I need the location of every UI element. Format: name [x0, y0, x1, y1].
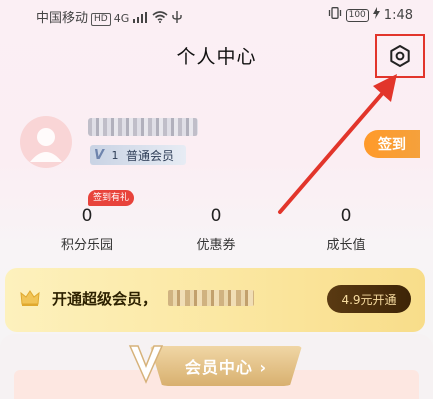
clock: 1:48: [383, 7, 413, 23]
crown-icon: [20, 289, 40, 307]
battery-indicator: 100: [345, 8, 369, 22]
growth-label: 成长值: [326, 238, 366, 253]
stat-growth[interactable]: 0 成长值: [291, 206, 401, 253]
member-v-emblem-icon: [126, 342, 166, 388]
username-redacted: [88, 118, 198, 136]
coupons-label: 优惠券: [196, 238, 236, 253]
usb-icon: [171, 11, 182, 26]
settings-highlight-box: [375, 34, 425, 78]
growth-value: 0: [340, 206, 352, 226]
status-right: 100 1:48: [328, 7, 413, 23]
member-center-tab[interactable]: 会员中心 ›: [150, 346, 302, 386]
signin-button[interactable]: 签到: [364, 130, 420, 158]
signin-gift-badge: 签到有礼: [88, 190, 135, 206]
member-tier: 普通会员: [126, 148, 175, 163]
points-value: 0: [81, 206, 93, 226]
member-level: 1: [111, 148, 119, 162]
avatar[interactable]: [20, 116, 72, 168]
member-v-icon: V: [93, 147, 105, 163]
carrier-group: 中国移动 HD 4G: [36, 7, 182, 26]
vip-promo-text: 开通超级会员，: [52, 290, 158, 308]
stat-points[interactable]: 0 积分乐园: [32, 206, 142, 253]
page-title: 个人中心: [176, 46, 257, 68]
charging-icon: [372, 7, 380, 23]
points-label: 积分乐园: [60, 238, 113, 253]
vibrate-icon: [328, 7, 342, 23]
network-type: 4G: [113, 12, 130, 25]
coupons-value: 0: [210, 206, 222, 226]
hd-badge: HD: [91, 13, 111, 26]
member-badge[interactable]: V 1 普通会员: [90, 145, 186, 165]
signal-icon: [133, 11, 151, 26]
vip-open-button[interactable]: 4.9元开通: [327, 285, 411, 313]
status-bar: 中国移动 HD 4G 100 1:48: [0, 0, 433, 30]
vip-text-redacted: [168, 290, 254, 306]
carrier-name: 中国移动: [36, 11, 89, 26]
wifi-icon: [152, 11, 172, 26]
stat-coupons[interactable]: 0 优惠券: [161, 206, 271, 253]
